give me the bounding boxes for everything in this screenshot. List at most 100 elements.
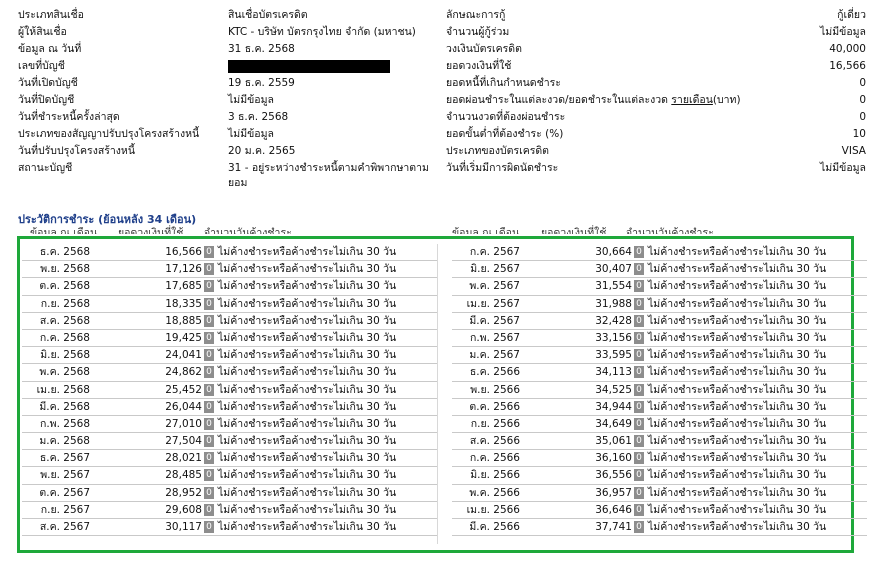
info-label: ยอดหนี้ที่เกินกำหนดชำระ	[446, 77, 561, 89]
history-row: มิ.ย. 2568 24,041 0 ไม่ค้างชำระหรือค้างชำระ…	[22, 347, 437, 365]
info-value: 31 - อยู่ระหว่างชำระหนี้ตามคำพิพากษาตามย…	[228, 162, 429, 189]
history-month: มี.ค. 2568	[39, 400, 90, 413]
info-row: วันที่ชำระหนี้ครั้งล่าสุด 3 ธ.ค. 2568 จำนว…	[18, 110, 866, 127]
history-month: มิ.ย. 2566	[470, 469, 520, 482]
monthly-link[interactable]: รายเดือน	[671, 94, 713, 106]
history-amount: 28,952	[165, 486, 202, 499]
history-status: ไม่ค้างชำระหรือค้างชำระไม่เกิน 30 วัน	[648, 435, 827, 448]
info-label: ยอดขั้นต่ำที่ต้องชำระ (%)	[446, 128, 564, 140]
history-amount: 33,156	[595, 331, 632, 344]
history-month: ธ.ค. 2568	[39, 246, 90, 258]
history-month: ก.ค. 2568	[39, 331, 90, 344]
history-status: ไม่ค้างชำระหรือค้างชำระไม่เกิน 30 วัน	[218, 263, 397, 276]
history-row: ส.ค. 2567 30,117 0 ไม่ค้างชำระหรือค้างชำระไ…	[22, 519, 437, 537]
history-amount: 17,126	[165, 263, 202, 276]
history-status: ไม่ค้างชำระหรือค้างชำระไม่เกิน 30 วัน	[218, 503, 397, 516]
history-row: พ.ย. 2566 34,525 0 ไม่ค้างชำระหรือค้างชำระไ…	[452, 382, 867, 399]
redacted-account-number	[228, 59, 390, 73]
overdue-days-badge: 0	[634, 383, 644, 396]
account-info-table: ประเภทสินเชื่อ สินเชื่อบัตรเครดิต ลักษณะกา…	[18, 8, 866, 191]
history-status: ไม่ค้างชำระหรือค้างชำระไม่เกิน 30 วัน	[218, 469, 397, 482]
history-row: ม.ค. 2567 33,595 0 ไม่ค้างชำระหรือค้างชำระไ…	[452, 347, 867, 365]
overdue-days-badge: 0	[204, 521, 214, 533]
info-label: ข้อมูล ณ วันที่	[18, 43, 82, 55]
history-month: ก.ย. 2568	[40, 297, 90, 310]
history-month: มี.ค. 2567	[469, 314, 520, 327]
info-label: วันที่ปรับปรุงโครงสร้างหนี้	[18, 145, 135, 157]
info-label: จำนวนผู้กู้ร่วม	[446, 26, 510, 38]
history-amount: 30,117	[165, 521, 202, 533]
history-row: ธ.ค. 2567 28,021 0 ไม่ค้างชำระหรือค้างชำระไ…	[22, 450, 437, 468]
header-date-right: ข้อมูล ณ เดือน	[452, 227, 520, 234]
history-amount: 16,566	[165, 246, 202, 258]
history-column-left: ธ.ค. 2568 16,566 0 ไม่ค้างชำระหรือค้างชำระไ…	[22, 244, 437, 537]
history-month: ธ.ค. 2566	[469, 366, 520, 379]
history-month: ธ.ค. 2567	[39, 452, 90, 465]
info-value: 0	[859, 111, 866, 123]
info-label: เลขที่บัญชี	[18, 60, 65, 72]
history-amount: 34,649	[595, 417, 632, 430]
overdue-days-badge: 0	[204, 263, 214, 276]
history-status: ไม่ค้างชำระหรือค้างชำระไม่เกิน 30 วัน	[218, 366, 397, 379]
info-label-text: ยอดผ่อนชำระในแต่ละงวด/ยอดชำระในแต่ละงวด	[446, 94, 668, 106]
history-row: พ.ค. 2567 31,554 0 ไม่ค้างชำระหรือค้างชำระไ…	[452, 278, 867, 296]
history-amount: 37,741	[595, 521, 632, 533]
history-amount: 25,452	[165, 383, 202, 396]
info-value: 10	[852, 128, 866, 140]
info-value: 0	[859, 94, 866, 106]
history-status: ไม่ค้างชำระหรือค้างชำระไม่เกิน 30 วัน	[648, 263, 827, 276]
history-row: เม.ย. 2568 25,452 0 ไม่ค้างชำระหรือค้างชำระ…	[22, 382, 437, 399]
history-amount: 36,957	[595, 486, 632, 499]
overdue-days-badge: 0	[634, 417, 644, 430]
info-value: 31 ธ.ค. 2568	[228, 43, 295, 55]
history-amount: 24,041	[165, 349, 202, 362]
history-status: ไม่ค้างชำระหรือค้างชำระไม่เกิน 30 วัน	[218, 486, 397, 499]
history-row: ก.ค. 2568 19,425 0 ไม่ค้างชำระหรือค้างชำระไ…	[22, 330, 437, 348]
history-amount: 28,021	[165, 452, 202, 465]
history-amount: 17,685	[165, 280, 202, 293]
info-value: ไม่มีข้อมูล	[228, 128, 274, 140]
info-row: วันที่ปรับปรุงโครงสร้างหนี้ 20 ม.ค. 2565 ป…	[18, 144, 866, 161]
history-row: พ.ย. 2567 28,485 0 ไม่ค้างชำระหรือค้างชำระไ…	[22, 467, 437, 485]
history-status: ไม่ค้างชำระหรือค้างชำระไม่เกิน 30 วัน	[218, 452, 397, 465]
overdue-days-badge: 0	[634, 349, 644, 362]
history-amount: 33,595	[595, 349, 632, 362]
overdue-days-badge: 0	[634, 400, 644, 413]
history-month: พ.ค. 2566	[469, 486, 520, 499]
overdue-days-badge: 0	[634, 503, 644, 516]
history-row: ก.ค. 2566 36,160 0 ไม่ค้างชำระหรือค้างชำระไ…	[452, 450, 867, 468]
overdue-days-badge: 0	[204, 435, 214, 448]
history-status: ไม่ค้างชำระหรือค้างชำระไม่เกิน 30 วัน	[648, 521, 827, 533]
history-status: ไม่ค้างชำระหรือค้างชำระไม่เกิน 30 วัน	[218, 314, 397, 327]
history-status: ไม่ค้างชำระหรือค้างชำระไม่เกิน 30 วัน	[648, 503, 827, 516]
history-row: มี.ค. 2568 26,044 0 ไม่ค้างชำระหรือค้างชำระ…	[22, 399, 437, 416]
info-label: วันที่ชำระหนี้ครั้งล่าสุด	[18, 111, 120, 123]
info-label: จำนวนงวดที่ต้องผ่อนชำระ	[446, 111, 566, 123]
history-month: ก.ย. 2567	[40, 503, 90, 516]
history-amount: 31,988	[595, 297, 632, 310]
history-amount: 36,646	[595, 503, 632, 516]
info-value: 0	[859, 77, 866, 89]
history-amount: 34,944	[595, 400, 632, 413]
history-row: เม.ย. 2567 31,988 0 ไม่ค้างชำระหรือค้างชำระ…	[452, 296, 867, 313]
overdue-days-badge: 0	[634, 246, 644, 258]
history-row: ก.พ. 2568 27,010 0 ไม่ค้างชำระหรือค้างชำระไ…	[22, 416, 437, 434]
info-label: ยอดผ่อนชำระในแต่ละงวด/ยอดชำระในแต่ละงวด …	[446, 93, 746, 110]
history-status: ไม่ค้างชำระหรือค้างชำระไม่เกิน 30 วัน	[218, 417, 397, 430]
column-separator	[437, 244, 438, 544]
history-status: ไม่ค้างชำระหรือค้างชำระไม่เกิน 30 วัน	[648, 452, 827, 465]
info-row: วันที่เปิดบัญชี 19 ธ.ค. 2559 ยอดหนี้ที่เกิ…	[18, 76, 866, 93]
history-status: ไม่ค้างชำระหรือค้างชำระไม่เกิน 30 วัน	[218, 331, 397, 344]
history-amount: 32,428	[595, 314, 632, 327]
history-row: มิ.ย. 2567 30,407 0 ไม่ค้างชำระหรือค้างชำระ…	[452, 261, 867, 279]
history-month: มี.ค. 2566	[469, 521, 520, 533]
info-value: สินเชื่อบัตรเครดิต	[228, 9, 308, 21]
history-status: ไม่ค้างชำระหรือค้างชำระไม่เกิน 30 วัน	[648, 349, 827, 362]
history-amount: 29,608	[165, 503, 202, 516]
history-row: มิ.ย. 2566 36,556 0 ไม่ค้างชำระหรือค้างชำระ…	[452, 467, 867, 485]
history-amount: 27,504	[165, 435, 202, 448]
history-row: มี.ค. 2566 37,741 0 ไม่ค้างชำระหรือค้างชำระ…	[452, 519, 867, 537]
history-month: มิ.ย. 2567	[470, 263, 520, 276]
info-row: วันที่ปิดบัญชี ไม่มีข้อมูล ยอดผ่อนชำระในแต…	[18, 93, 866, 110]
history-amount: 30,407	[595, 263, 632, 276]
